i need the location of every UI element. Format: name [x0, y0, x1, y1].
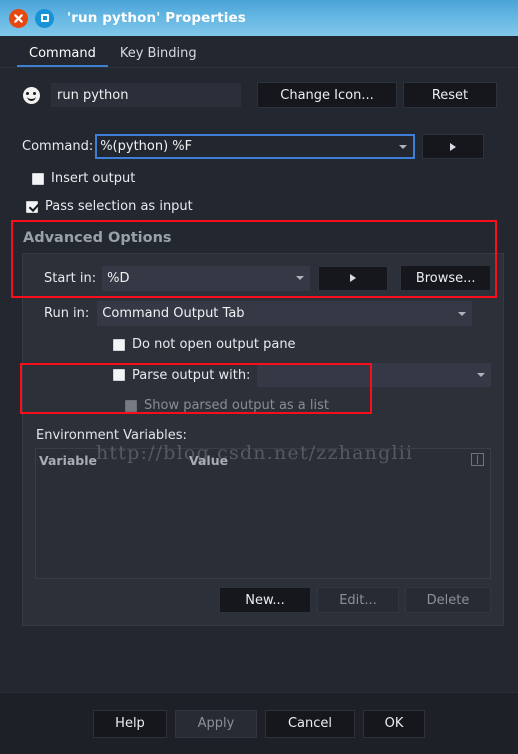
- command-tab-content: Change Icon... Reset Command: %(python) …: [0, 68, 518, 692]
- reset-label: Reset: [431, 87, 469, 103]
- chevron-down-icon: [477, 373, 485, 377]
- parse-output-checkbox[interactable]: [113, 369, 125, 381]
- ok-label: OK: [384, 716, 404, 731]
- maximize-glyph: [40, 14, 49, 22]
- environment-variables-table[interactable]: Variable Value: [35, 448, 491, 579]
- help-label: Help: [115, 716, 145, 731]
- command-combobox[interactable]: %(python) %F: [95, 134, 416, 159]
- environment-variables-label: Environment Variables:: [36, 428, 187, 443]
- environment-variable-buttons: New... Edit... Delete: [35, 587, 491, 613]
- advanced-options-title: Advanced Options: [23, 230, 172, 246]
- new-variable-button[interactable]: New...: [219, 587, 311, 613]
- dialog-footer: Help Apply Cancel OK: [0, 692, 518, 754]
- run-in-label: Run in:: [44, 306, 90, 321]
- smiley-eye-right: [33, 91, 36, 95]
- edit-variable-button: Edit...: [317, 587, 399, 613]
- smiley-glyph: [22, 86, 40, 104]
- chevron-down-icon: [458, 311, 467, 316]
- apply-label: Apply: [197, 716, 235, 731]
- start-in-combobox[interactable]: %D: [102, 265, 311, 291]
- delete-label: Delete: [426, 592, 470, 608]
- ok-button[interactable]: OK: [363, 709, 425, 738]
- column-header-value[interactable]: Value: [189, 453, 490, 468]
- apply-button: Apply: [175, 709, 257, 738]
- dialog-body: Command Key Binding Change Icon...: [0, 36, 518, 692]
- run-in-combobox[interactable]: Command Output Tab: [97, 301, 473, 326]
- show-parsed-output-checkbox: [125, 399, 137, 412]
- cancel-button[interactable]: Cancel: [265, 709, 355, 738]
- tab-key-binding[interactable]: Key Binding: [108, 46, 209, 67]
- insert-output-checkbox[interactable]: [32, 172, 44, 185]
- show-parsed-output-row: Show parsed output as a list: [35, 398, 491, 413]
- table-header-row: Variable Value: [36, 449, 490, 471]
- browse-button[interactable]: Browse...: [400, 265, 491, 291]
- browse-label: Browse...: [415, 270, 476, 286]
- tab-command[interactable]: Command: [17, 46, 108, 67]
- do-not-open-output-pane-checkbox[interactable]: [113, 338, 125, 351]
- close-icon[interactable]: [9, 8, 28, 28]
- run-in-value: Command Output Tab: [102, 306, 245, 321]
- reset-button[interactable]: Reset: [403, 82, 497, 108]
- start-in-row: Start in: %D Browse...: [35, 265, 491, 291]
- smiley-mouth: [26, 96, 36, 101]
- titlebar: 'run python' Properties: [0, 0, 518, 36]
- edit-label: Edit...: [339, 592, 377, 608]
- play-arrow-icon: [350, 274, 357, 282]
- do-not-open-output-pane-row[interactable]: Do not open output pane: [35, 337, 491, 352]
- parse-output-combobox[interactable]: [257, 363, 491, 387]
- start-in-expand-button[interactable]: [318, 265, 389, 291]
- chevron-down-icon: [399, 144, 408, 149]
- play-arrow-icon: [450, 142, 457, 151]
- pass-selection-row[interactable]: Pass selection as input: [11, 199, 507, 214]
- parse-output-row[interactable]: Parse output with:: [35, 363, 491, 387]
- insert-output-label: Insert output: [51, 171, 136, 186]
- action-name-input[interactable]: [51, 83, 241, 107]
- command-row: Command: %(python) %F: [11, 134, 507, 159]
- run-in-row: Run in: Command Output Tab: [35, 301, 491, 326]
- change-icon-button[interactable]: Change Icon...: [257, 82, 397, 108]
- command-value: %(python) %F: [100, 139, 193, 154]
- start-in-value: %D: [107, 270, 130, 286]
- command-label: Command:: [22, 139, 94, 154]
- help-button[interactable]: Help: [93, 709, 167, 738]
- delete-variable-button: Delete: [405, 587, 491, 613]
- smiley-face-icon[interactable]: [20, 84, 42, 106]
- parse-output-label: Parse output with:: [132, 367, 251, 383]
- command-expand-button[interactable]: [422, 134, 485, 159]
- window-title: 'run python' Properties: [67, 10, 246, 26]
- do-not-open-output-pane-label: Do not open output pane: [132, 337, 296, 352]
- new-label: New...: [245, 592, 285, 608]
- pass-selection-checkbox[interactable]: [26, 200, 38, 213]
- pass-selection-label: Pass selection as input: [45, 199, 193, 214]
- column-picker-icon[interactable]: [471, 453, 484, 466]
- show-parsed-output-label: Show parsed output as a list: [144, 398, 330, 413]
- tab-bar: Command Key Binding: [0, 36, 518, 68]
- advanced-options-group: Start in: %D Browse... Run in: Command O…: [22, 253, 504, 626]
- chevron-down-icon: [296, 276, 305, 280]
- smiley-eye-left: [26, 91, 29, 95]
- change-icon-label: Change Icon...: [280, 87, 374, 103]
- properties-dialog-window: 'run python' Properties Command Key Bind…: [0, 0, 518, 754]
- cancel-label: Cancel: [287, 716, 333, 731]
- insert-output-row[interactable]: Insert output: [11, 171, 507, 186]
- column-header-variable[interactable]: Variable: [39, 453, 189, 468]
- close-glyph: [14, 13, 23, 23]
- start-in-label: Start in:: [44, 270, 97, 286]
- name-row: Change Icon... Reset: [11, 82, 507, 108]
- maximize-icon[interactable]: [35, 8, 54, 28]
